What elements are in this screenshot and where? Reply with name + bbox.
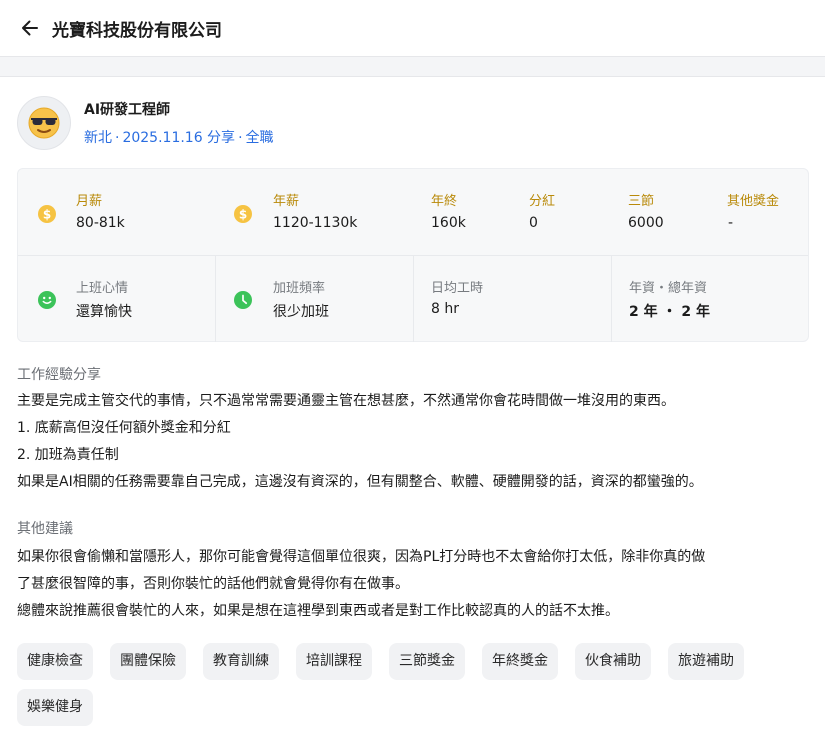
festival-bonus-label: 三節 [628, 194, 655, 209]
sunglasses-emoji-icon [28, 107, 60, 139]
seniority-label: 年資・總年資 [629, 281, 708, 296]
festival-bonus-cell: 三節 6000 [628, 169, 728, 255]
svg-text:$: $ [239, 208, 247, 222]
svg-text:$: $ [43, 208, 51, 222]
year-end-bonus-value: 160k [431, 215, 466, 231]
dividend-cell: 分紅 0 [529, 169, 629, 255]
overtime-label: 加班頻率 [273, 281, 326, 296]
dollar-coin-icon: $ [234, 205, 252, 223]
annual-salary-value: 1120-1130k [273, 215, 358, 231]
benefit-tag: 教育訓練 [203, 643, 279, 680]
mood-cell: 上班心情 還算愉快 [18, 256, 215, 342]
clock-icon [234, 291, 252, 309]
work-life-row: 上班心情 還算愉快 加班頻率 很少加班 日均工時 8 hr 年資・總年資 2 年 [18, 256, 808, 342]
mood-value: 還算愉快 [76, 304, 132, 320]
dividend-value: 0 [529, 215, 538, 231]
mood-label: 上班心情 [76, 281, 129, 296]
benefit-tag: 三節獎金 [389, 643, 465, 680]
salary-stats-panel: $ 月薪 80-81k $ 年薪 1120-1130k 年終 160k 分紅 0 [17, 168, 809, 342]
experience-line: 1. 底薪高但沒任何額外獎金和分紅 [17, 420, 231, 436]
experience-text: 主要是完成主管交代的事情，只不過常常需要通靈主管在想甚麼，不然通常你會花時間做一… [17, 388, 809, 496]
avatar [17, 96, 71, 150]
review-meta: 新北 · 2025.11.16 分享 · 全職 [84, 130, 274, 146]
dollar-coin-icon: $ [38, 205, 56, 223]
benefit-tag: 年終獎金 [482, 643, 558, 680]
top-bar: 光寶科技股份有限公司 [0, 0, 825, 57]
advice-title: 其他建議 [17, 521, 73, 537]
daily-hours-cell: 日均工時 8 hr [413, 256, 610, 342]
year-end-bonus-cell: 年終 160k [430, 169, 530, 255]
seniority-value: 2 年 ・ 2 年 [629, 304, 710, 320]
benefit-tag: 培訓課程 [296, 643, 372, 680]
other-bonus-value: - [728, 215, 734, 231]
back-button[interactable] [10, 8, 50, 48]
benefit-tag: 伙食補助 [575, 643, 651, 680]
experience-line: 2. 加班為責任制 [17, 447, 119, 463]
employment-type: 全職 [245, 130, 274, 146]
daily-hours-value: 8 hr [431, 301, 459, 317]
dividend-label: 分紅 [529, 194, 556, 209]
overtime-value: 很少加班 [273, 304, 329, 320]
salary-row: $ 月薪 80-81k $ 年薪 1120-1130k 年終 160k 分紅 0 [18, 169, 808, 256]
annual-salary-label: 年薪 [273, 194, 300, 209]
daily-hours-label: 日均工時 [431, 281, 484, 296]
overtime-cell: 加班頻率 很少加班 [215, 256, 412, 342]
monthly-salary-cell: $ 月薪 80-81k [18, 169, 215, 255]
share-date: 2025.11.16 分享 [122, 130, 236, 146]
benefit-tag: 健康檢查 [17, 643, 93, 680]
arrow-left-icon [22, 20, 38, 36]
benefit-tag: 娛樂健身 [17, 689, 93, 726]
other-bonus-cell: 其他獎金 - [727, 169, 809, 255]
job-title: AI研發工程師 [84, 102, 171, 118]
reviewer-profile: AI研發工程師 新北 · 2025.11.16 分享 · 全職 [17, 96, 274, 150]
monthly-salary-label: 月薪 [76, 194, 103, 209]
other-bonus-label: 其他獎金 [727, 194, 780, 209]
year-end-bonus-label: 年終 [431, 194, 458, 209]
location[interactable]: 新北 [84, 130, 112, 146]
monthly-salary-value: 80-81k [76, 215, 125, 231]
benefit-tag: 旅遊補助 [668, 643, 744, 680]
seniority-cell: 年資・總年資 2 年 ・ 2 年 [611, 256, 809, 342]
festival-bonus-value: 6000 [628, 215, 664, 231]
experience-title: 工作經驗分享 [17, 367, 101, 383]
experience-line: 主要是完成主管交代的事情，只不過常常需要通靈主管在想甚麼，不然通常你會花時間做一… [17, 393, 675, 409]
advice-line: 如果你很會偷懶和當隱形人，那你可能會覺得這個單位很爽，因為PL打分時也不太會給你… [17, 549, 706, 565]
smile-icon [38, 291, 56, 309]
benefit-tag: 團體保險 [110, 643, 186, 680]
advice-line: 總體來說推薦很會裝忙的人來，如果是想在這裡學到東西或者是對工作比較認真的人的話不… [17, 603, 619, 619]
company-name[interactable]: 光寶科技股份有限公司 [52, 16, 222, 41]
review-card: AI研發工程師 新北 · 2025.11.16 分享 · 全職 $ 月薪 80-81k … [0, 76, 825, 734]
annual-salary-cell: $ 年薪 1120-1130k [215, 169, 430, 255]
experience-line: 如果是AI相關的任務需要靠自己完成，這邊沒有資深的，但有關整合、軟體、硬體開發的… [17, 474, 703, 490]
advice-line: 了甚麼很智障的事，否則你裝忙的話他們就會覺得你有在做事。 [17, 576, 409, 592]
advice-text: 如果你很會偷懶和當隱形人，那你可能會覺得這個單位很爽，因為PL打分時也不太會給你… [17, 544, 809, 625]
